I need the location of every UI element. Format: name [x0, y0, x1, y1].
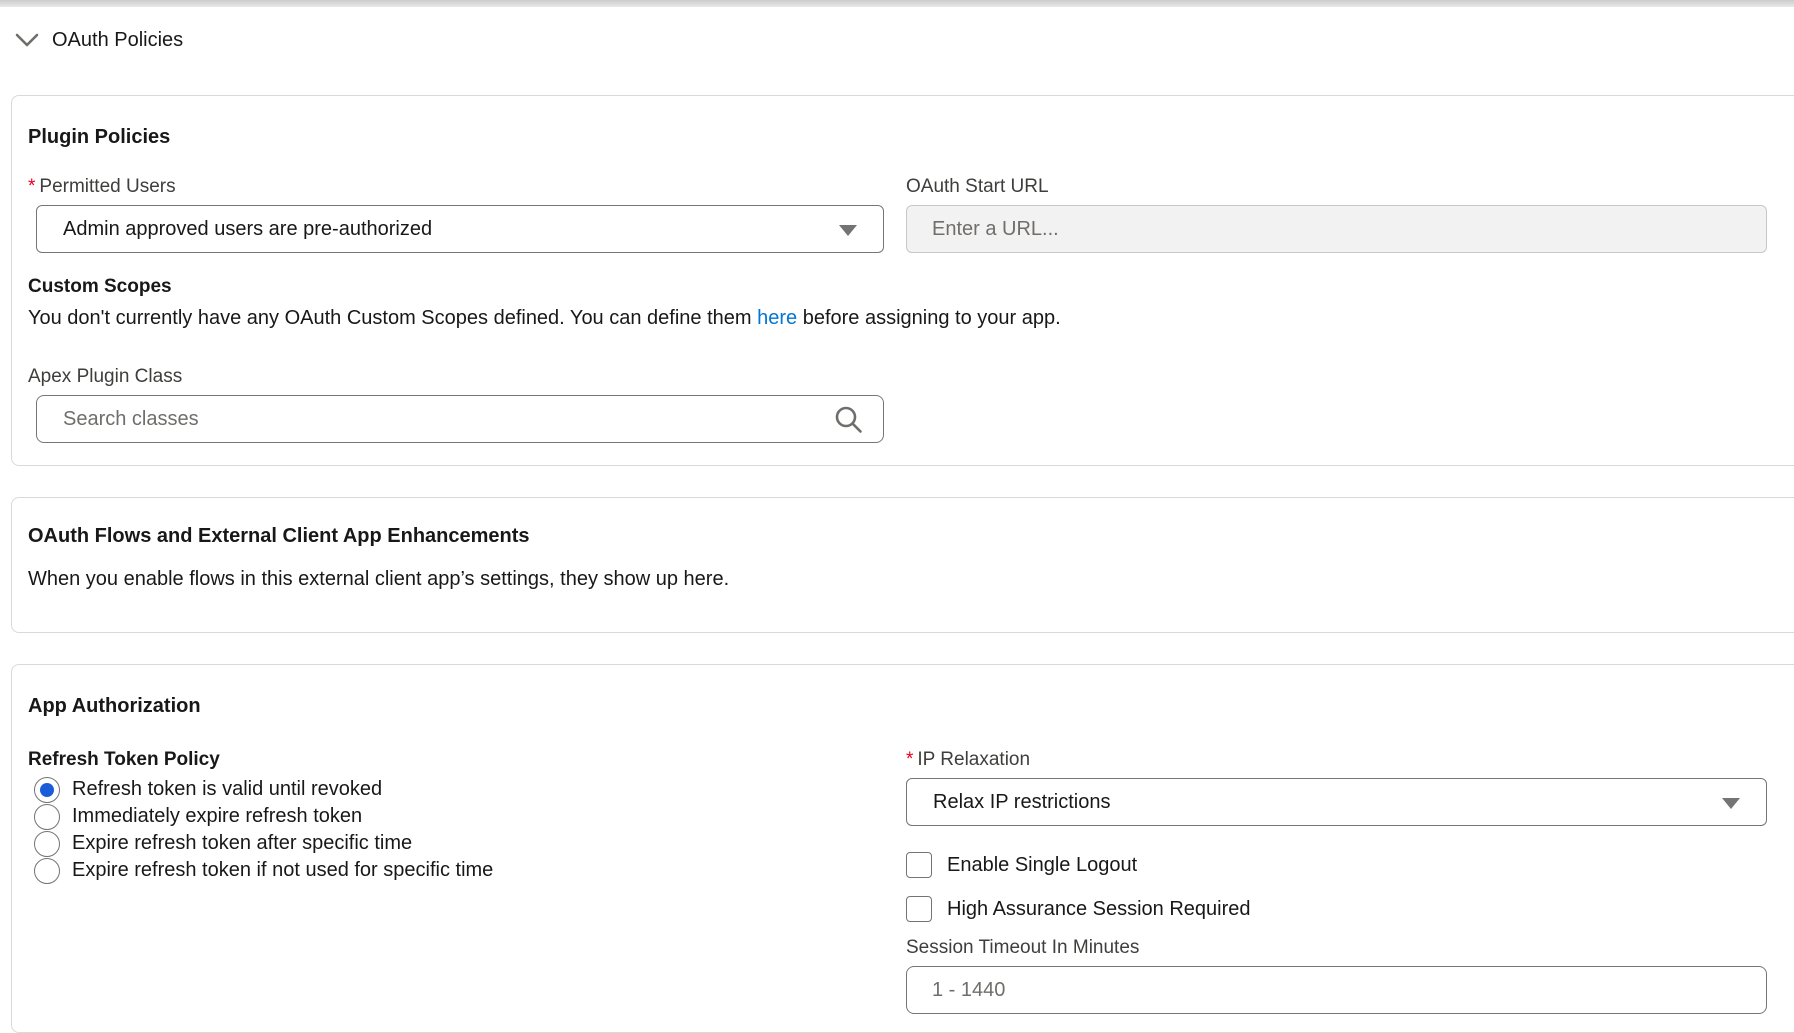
ip-relaxation-dropdown[interactable]: Relax IP restrictions	[906, 778, 1767, 826]
app-authorization-card: App Authorization Refresh Token Policy R…	[11, 664, 1794, 1033]
session-timeout-input[interactable]	[906, 966, 1767, 1014]
custom-scopes-heading: Custom Scopes	[28, 275, 1794, 299]
ip-relaxation-label: *IP Relaxation	[906, 748, 1767, 772]
radio-button-icon	[34, 777, 60, 803]
radio-immediately-expire-refresh-token[interactable]: Immediately expire refresh token	[28, 803, 906, 830]
radio-expire-refresh-token-after-specific-time[interactable]: Expire refresh token after specific time	[28, 830, 906, 857]
required-asterisk: *	[28, 176, 35, 197]
oauth-flows-card: OAuth Flows and External Client App Enha…	[11, 497, 1794, 633]
apex-class-search-input[interactable]	[37, 396, 883, 442]
custom-scopes-block: Custom Scopes You don't currently have a…	[28, 275, 1794, 331]
radio-expire-refresh-token-if-not-used[interactable]: Expire refresh token if not used for spe…	[28, 857, 906, 884]
oauth-start-url-input[interactable]	[906, 205, 1767, 253]
radio-button-icon	[34, 804, 60, 830]
top-divider	[0, 0, 1794, 7]
oauth-flows-description: When you enable flows in this external c…	[28, 566, 1794, 592]
app-authorization-heading: App Authorization	[28, 665, 1794, 716]
ip-relaxation-value: Relax IP restrictions	[933, 791, 1110, 814]
plugin-policies-heading: Plugin Policies	[28, 96, 1794, 147]
radio-button-icon	[34, 831, 60, 857]
permitted-users-label: *Permitted Users	[28, 175, 906, 199]
radio-refresh-token-valid-until-revoked[interactable]: Refresh token is valid until revoked	[28, 776, 906, 803]
apex-class-search-box	[36, 395, 884, 443]
required-asterisk: *	[906, 749, 913, 770]
dropdown-arrow-icon	[1722, 798, 1740, 809]
apex-plugin-class-label: Apex Plugin Class	[28, 365, 1794, 389]
custom-scopes-text: You don't currently have any OAuth Custo…	[28, 305, 1794, 331]
refresh-token-policy-radio-group: Refresh token is valid until revoked Imm…	[28, 776, 906, 884]
oauth-start-url-label: OAuth Start URL	[906, 175, 1767, 199]
search-icon[interactable]	[833, 404, 865, 441]
dropdown-arrow-icon	[839, 225, 857, 236]
high-assurance-session-checkbox-row[interactable]: High Assurance Session Required	[906, 896, 1767, 922]
permitted-users-dropdown[interactable]: Admin approved users are pre-authorized	[36, 205, 884, 253]
session-timeout-label: Session Timeout In Minutes	[906, 936, 1767, 960]
apex-plugin-class-block: Apex Plugin Class	[28, 365, 1794, 443]
custom-scopes-here-link[interactable]: here	[757, 307, 797, 329]
radio-button-icon	[34, 858, 60, 884]
permitted-users-value: Admin approved users are pre-authorized	[63, 218, 432, 241]
checkbox-icon	[906, 852, 932, 878]
chevron-down-icon[interactable]	[14, 31, 40, 49]
oauth-flows-heading: OAuth Flows and External Client App Enha…	[28, 526, 1794, 546]
checkbox-icon	[906, 896, 932, 922]
section-header: OAuth Policies	[14, 26, 1794, 54]
section-title: OAuth Policies	[52, 29, 183, 52]
plugin-policies-card: Plugin Policies *Permitted Users Admin a…	[11, 95, 1794, 466]
enable-single-logout-checkbox-row[interactable]: Enable Single Logout	[906, 852, 1767, 878]
refresh-token-policy-label: Refresh Token Policy	[28, 748, 906, 772]
